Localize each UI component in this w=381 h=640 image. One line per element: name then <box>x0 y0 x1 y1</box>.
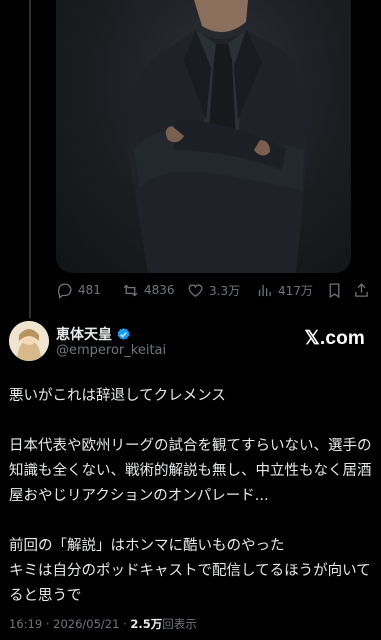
tweet-meta: 16:19 · 2026/05/21 · 2.5万回表示 <box>9 616 197 632</box>
tweet-date[interactable]: 2026/05/21 <box>53 617 119 631</box>
reply-button[interactable]: 481 <box>56 280 101 300</box>
bookmark-icon <box>329 282 340 298</box>
view-count: 2.5万 <box>130 617 163 631</box>
author-avatar[interactable] <box>9 321 49 361</box>
tweet-text-line: キミは自分のポッドキャストで配信してるほうが向いて <box>9 563 371 579</box>
share-icon <box>355 282 368 297</box>
share-button[interactable] <box>353 280 370 300</box>
repost-button[interactable]: 4836 <box>122 280 175 300</box>
meta-separator: · <box>45 617 50 631</box>
views-button[interactable]: 417万 <box>256 280 313 300</box>
like-icon <box>188 283 203 297</box>
reply-icon <box>57 282 72 299</box>
author-handle[interactable]: @emperor_keitai <box>56 343 166 358</box>
bookmark-button[interactable] <box>326 280 343 300</box>
tweet-text-line: 前回の「解説」はホンマに酷いものやった <box>9 538 285 554</box>
tweet-text-line: ると思うで <box>9 588 82 604</box>
tweet-time[interactable]: 16:19 <box>9 617 42 631</box>
author-name[interactable]: 恵体天皇 <box>56 324 112 344</box>
view-label: 回表示 <box>162 617 197 631</box>
author-name-row[interactable]: 恵体天皇 <box>56 324 131 344</box>
verified-badge-icon <box>117 327 130 340</box>
repost-icon <box>123 284 138 296</box>
like-button[interactable]: 3.3万 <box>187 280 240 300</box>
meta-separator: · <box>123 617 127 631</box>
like-count: 3.3万 <box>209 283 241 298</box>
reply-count: 481 <box>78 283 101 297</box>
man-in-suit-photo <box>127 0 307 273</box>
tweet-text-line: 日本代表や欧州リーグの試合を観てすらいない、選手の <box>9 438 372 454</box>
tweet-text-line: 屋おやじリアクションのオンパレード... <box>9 488 269 504</box>
thread-line <box>29 0 31 318</box>
tweet-media-image[interactable] <box>56 0 351 273</box>
site-label: 𝕏.com <box>304 328 365 349</box>
views-count: 417万 <box>278 283 313 298</box>
avatar-image <box>9 321 49 361</box>
tweet-action-bar: 481 4836 3.3万 417万 <box>56 280 370 300</box>
tweet-text: 悪いがこれは辞退してクレメンス 日本代表や欧州リーグの試合を観てすらいない、選手… <box>9 384 373 609</box>
tweet-text-line: 悪いがこれは辞退してクレメンス <box>9 388 226 404</box>
views-icon <box>258 284 271 296</box>
tweet-text-line: 知識も全くない、戦術的解説も無し、中立性もなく居酒 <box>9 463 372 479</box>
repost-count: 4836 <box>144 283 175 297</box>
